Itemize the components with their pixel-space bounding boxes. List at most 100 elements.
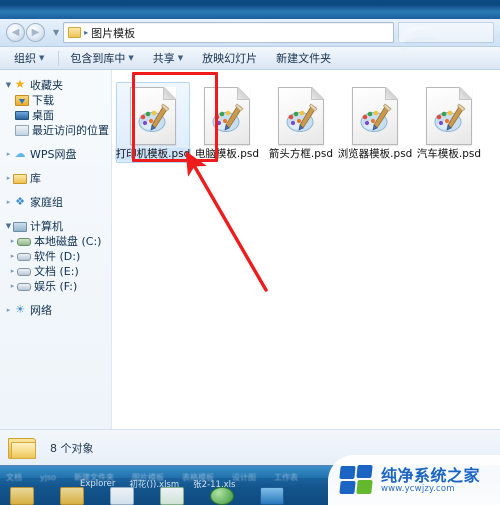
- sidebar-item-recent-places[interactable]: 最近访问的位置: [0, 122, 111, 137]
- chevron-down-icon: ▼: [39, 54, 45, 62]
- twisty-icon[interactable]: ▼: [4, 81, 13, 89]
- toolbar-share-button[interactable]: 共享 ▼: [145, 47, 191, 69]
- toolbar-separator: [58, 50, 60, 66]
- sidebar-item-drive-f[interactable]: ▸ 娱乐 (F:): [0, 278, 111, 293]
- toolbar-slideshow-button[interactable]: 放映幻灯片: [194, 47, 265, 69]
- document-icon[interactable]: [110, 487, 134, 505]
- twisty-icon[interactable]: ▸: [4, 174, 13, 182]
- navigation-buttons: ◀ ▶: [6, 23, 45, 42]
- desktop-icon: [15, 111, 29, 120]
- chevron-down-icon: ▼: [128, 54, 134, 62]
- app-icon[interactable]: [260, 487, 284, 505]
- sidebar-item-desktop[interactable]: 桌面: [0, 107, 111, 122]
- page-fold-corner: [311, 87, 324, 100]
- twisty-icon[interactable]: ▸: [8, 252, 17, 260]
- site-watermark: 纯净系统之家 www.ycwjzy.com: [328, 455, 500, 505]
- sidebar-item-label: 本地磁盘 (C:): [34, 234, 102, 248]
- sidebar-item-label: 桌面: [32, 108, 54, 122]
- status-item-count: 8 个对象: [50, 441, 94, 455]
- drive-icon: [17, 268, 31, 276]
- toolbar-new-folder-button[interactable]: 新建文件夹: [268, 47, 339, 69]
- psd-file-icon: [352, 87, 398, 145]
- sidebar-item-homegroup[interactable]: ▸ ❖ 家庭组: [0, 194, 111, 209]
- file-item-browser-template[interactable]: 浏览器模板.psd: [338, 82, 412, 163]
- command-toolbar: 组织 ▼ 包含到库中 ▼ 共享 ▼ 放映幻灯片 新建文件夹: [0, 47, 500, 70]
- sidebar-item-label: 软件 (D:): [34, 249, 81, 263]
- file-item-computer-template[interactable]: 电脑模板.psd: [190, 82, 264, 163]
- file-name: 电脑模板.psd: [194, 148, 260, 160]
- sidebar-item-computer[interactable]: ▼ 计算机: [0, 218, 111, 233]
- file-item-car-template[interactable]: 汽车模板.psd: [412, 82, 486, 163]
- search-input[interactable]: [398, 22, 494, 43]
- file-item-arrow-box[interactable]: 箭头方框.psd: [264, 82, 338, 163]
- sidebar-item-label: 下载: [32, 93, 54, 107]
- file-item-printer-template[interactable]: 打印机模板.psd: [114, 82, 192, 163]
- watermark-url: www.ycwjzy.com: [381, 483, 455, 494]
- psd-file-icon: [204, 87, 250, 145]
- drive-icon: [17, 283, 31, 291]
- breadcrumb-current-folder[interactable]: 图片模板: [91, 25, 135, 41]
- twisty-icon[interactable]: ▸: [4, 150, 13, 158]
- folder-icon[interactable]: [10, 487, 34, 505]
- twisty-icon[interactable]: ▸: [8, 282, 17, 290]
- paint-artwork: [286, 103, 318, 132]
- homegroup-icon: ❖: [15, 195, 25, 208]
- paint-artwork: [212, 103, 244, 132]
- sidebar-item-libraries[interactable]: ▸ 库: [0, 170, 111, 185]
- app-icon[interactable]: [210, 487, 234, 505]
- folder-front: [11, 441, 36, 459]
- psd-file-icon: [278, 87, 324, 145]
- toolbar-include-in-library-button[interactable]: 包含到库中 ▼: [62, 47, 141, 69]
- folder-icon[interactable]: [60, 487, 84, 505]
- paint-artwork: [138, 103, 170, 132]
- taskbar-label: yjso: [40, 472, 57, 482]
- watermark-title: 纯净系统之家: [381, 465, 481, 485]
- breadcrumb-separator: ▸: [84, 28, 89, 37]
- window-body: ▼ ★ 收藏夹 下载 桌面 最近访问的位置 ▸ ☁ WPS网盘 ▸ 库 ▸ ❖ …: [0, 70, 500, 429]
- toolbar-item-label: 共享: [152, 52, 175, 65]
- toolbar-organize-button[interactable]: 组织 ▼: [6, 47, 52, 69]
- system-drive-icon: [17, 238, 31, 246]
- file-list-pane[interactable]: 打印机模板.psd 电脑模板.psd 箭头方框.psd 浏览器模板.psd 汽车…: [112, 70, 500, 429]
- twisty-icon[interactable]: ▸: [8, 237, 17, 245]
- file-name: 浏览器模板.psd: [337, 148, 413, 160]
- sidebar-item-wps-cloud[interactable]: ▸ ☁ WPS网盘: [0, 146, 111, 161]
- folder-icon: [68, 27, 82, 38]
- drive-icon: [17, 253, 31, 261]
- twisty-icon[interactable]: ▼: [4, 222, 13, 230]
- chevron-down-icon: ▼: [177, 54, 184, 62]
- toolbar-item-label: 包含到库中: [70, 52, 126, 65]
- address-bar: ◀ ▶ ▼ ▸ 图片模板: [0, 19, 500, 47]
- sidebar-item-local-disk-c[interactable]: ▸ 本地磁盘 (C:): [0, 233, 111, 248]
- forward-arrow-icon[interactable]: ▶: [26, 23, 45, 42]
- file-name: 打印机模板.psd: [114, 148, 192, 160]
- toolbar-item-label: 新建文件夹: [276, 52, 332, 65]
- file-name: 汽车模板.psd: [416, 148, 482, 160]
- twisty-icon[interactable]: ▸: [4, 198, 13, 206]
- address-input[interactable]: ▸ 图片模板: [63, 22, 394, 43]
- sidebar-item-favorites[interactable]: ▼ ★ 收藏夹: [0, 77, 111, 92]
- sidebar-item-downloads[interactable]: 下载: [0, 92, 111, 107]
- sidebar-item-network[interactable]: ▸ ☀ 网络: [0, 302, 111, 317]
- star-icon: ★: [14, 77, 26, 91]
- twisty-icon[interactable]: ▸: [4, 306, 13, 314]
- sidebar-item-label: 收藏夹: [30, 78, 63, 92]
- psd-file-icon: [130, 87, 176, 145]
- paint-artwork: [360, 103, 392, 132]
- folder-icon: [8, 436, 38, 460]
- psd-file-icon: [426, 87, 472, 145]
- back-arrow-icon[interactable]: ◀: [6, 23, 25, 42]
- explorer-window: ◀ ▶ ▼ ▸ 图片模板 组织 ▼ 包含到库中 ▼ 共享 ▼ 放映幻灯片 新建文…: [0, 6, 500, 466]
- twisty-icon[interactable]: ▸: [8, 267, 17, 275]
- sidebar-item-drive-e[interactable]: ▸ 文档 (E:): [0, 263, 111, 278]
- sidebar-item-drive-d[interactable]: ▸ 软件 (D:): [0, 248, 111, 263]
- spreadsheet-icon[interactable]: [160, 487, 184, 505]
- file-tiles: 打印机模板.psd 电脑模板.psd 箭头方框.psd 浏览器模板.psd 汽车…: [114, 82, 500, 163]
- recent-places-icon: [15, 124, 29, 136]
- sidebar-item-label: 文档 (E:): [34, 264, 79, 278]
- page-fold-corner: [237, 87, 250, 100]
- page-fold-corner: [459, 87, 472, 100]
- paint-artwork: [434, 103, 466, 132]
- chevron-down-icon[interactable]: ▼: [53, 28, 59, 37]
- window-title-bar: [0, 6, 500, 19]
